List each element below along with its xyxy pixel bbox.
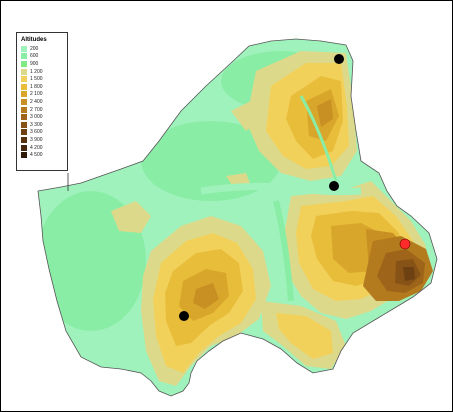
- legend-swatch: [21, 98, 27, 105]
- legend-swatch: [21, 121, 27, 128]
- legend-item: 1 500: [21, 75, 67, 83]
- legend-label: 2 100: [30, 91, 43, 98]
- legend-item: 2 100: [21, 91, 67, 99]
- legend-swatch: [21, 114, 27, 121]
- legend-swatch: [21, 136, 27, 143]
- legend-label: 3 300: [30, 121, 43, 128]
- legend-item: 600: [21, 53, 67, 61]
- legend-swatch: [21, 83, 27, 90]
- legend-label: 2 400: [30, 98, 43, 105]
- legend-swatch: [21, 91, 27, 98]
- legend-item: 3 900: [21, 136, 67, 144]
- legend-label: 4 200: [30, 144, 43, 151]
- marker-central-east[interactable]: [329, 181, 339, 191]
- map-frame: Altitudes 200 600 900 1 200 1 500 1 800 2 100 2…: [0, 0, 453, 412]
- legend-swatch: [21, 68, 27, 75]
- legend-item: 4 500: [21, 151, 67, 159]
- legend-item: 4 200: [21, 144, 67, 152]
- legend-swatch: [21, 45, 27, 52]
- legend-label: 2 700: [30, 106, 43, 113]
- legend-label: 1 200: [30, 68, 43, 75]
- legend-item: 900: [21, 60, 67, 68]
- legend-swatch: [21, 53, 27, 60]
- legend-label: 3 000: [30, 114, 43, 121]
- legend-item: 1 800: [21, 83, 67, 91]
- legend-rows: 200 600 900 1 200 1 500 1 800 2 100 2 400 2 700 3…: [21, 45, 67, 159]
- marker-northeast[interactable]: [334, 54, 344, 64]
- legend-item: 2 400: [21, 98, 67, 106]
- legend-label: 600: [30, 53, 39, 60]
- legend-label: 4 500: [30, 152, 43, 159]
- marker-east-highlighted[interactable]: [399, 238, 411, 250]
- legend-label: 200: [30, 45, 39, 52]
- legend-title: Altitudes: [21, 37, 47, 43]
- legend-swatch: [21, 144, 27, 151]
- legend-swatch: [21, 129, 27, 136]
- marker-south[interactable]: [179, 311, 189, 321]
- legend-label: 900: [30, 60, 39, 67]
- legend-swatch: [21, 76, 27, 83]
- legend-item: 3 300: [21, 121, 67, 129]
- legend-item: 3 000: [21, 113, 67, 121]
- legend-swatch: [21, 106, 27, 113]
- legend-item: 1 200: [21, 68, 67, 76]
- legend-item: 3 600: [21, 129, 67, 137]
- legend-label: 3 900: [30, 136, 43, 143]
- legend-item: 200: [21, 45, 67, 53]
- legend-swatch: [21, 152, 27, 159]
- legend-item: 2 700: [21, 106, 67, 114]
- legend-label: 1 500: [30, 76, 43, 83]
- legend-label: 3 600: [30, 129, 43, 136]
- legend-swatch: [21, 60, 27, 67]
- relief-map: [37, 38, 438, 397]
- legend-label: 1 800: [30, 83, 43, 90]
- altitude-legend: Altitudes 200 600 900 1 200 1 500 1 800 2 100 2…: [16, 32, 68, 171]
